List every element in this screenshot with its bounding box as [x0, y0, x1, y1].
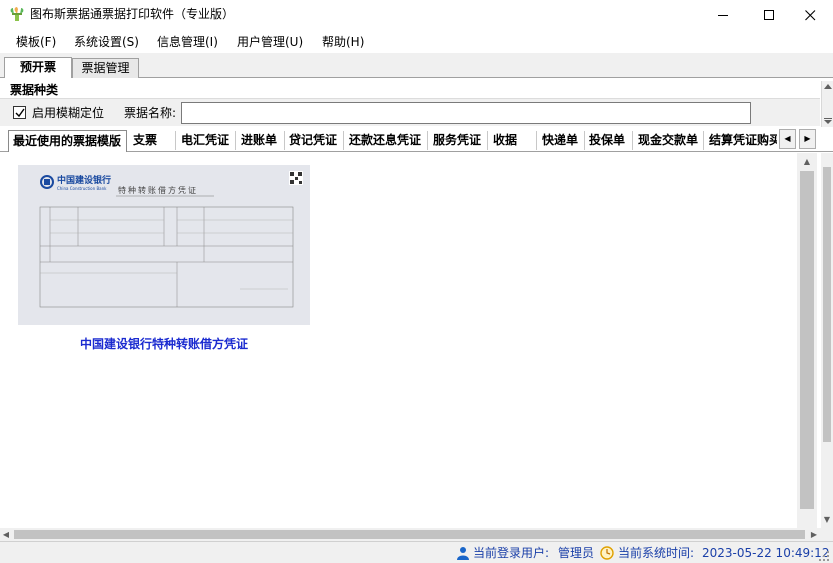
tab-separator: [487, 131, 488, 150]
scroll-up-icon: [824, 84, 832, 89]
title-bar[interactable]: 图布斯票据通票据打印软件（专业版）: [0, 0, 833, 30]
tab-separator: [175, 131, 176, 150]
tab-separator: [343, 131, 344, 150]
scrollbar-thumb[interactable]: [823, 167, 831, 442]
scroll-up-button[interactable]: ▲: [797, 153, 817, 170]
main-tab-bar: 预开票 票据管理: [0, 54, 833, 79]
tab-separator: [584, 131, 585, 150]
voucher-preview: 中国建设银行 China Construction Bank 特种转账借方凭证: [18, 165, 310, 325]
menu-system-settings[interactable]: 系统设置(S): [74, 34, 139, 50]
scroll-down-icon: [824, 118, 832, 124]
maximize-icon: [764, 10, 774, 20]
system-time-label: 当前系统时间:: [618, 546, 695, 560]
tab-receipt[interactable]: 收据: [493, 130, 535, 152]
tab-separator: [536, 131, 537, 150]
menu-help[interactable]: 帮助(H): [322, 34, 364, 50]
template-thumbnail[interactable]: 中国建设银行 China Construction Bank 特种转账借方凭证: [18, 165, 310, 325]
bank-name-en: China Construction Bank: [57, 186, 107, 191]
ticket-filter-row: 启用模糊定位 票据名称:: [0, 98, 820, 126]
minimize-icon: [718, 15, 728, 16]
pre-invoice-panel: 票据种类 启用模糊定位 票据名称: 最近使用的票据模版 支票 电汇凭证 进账单 …: [0, 78, 833, 541]
bank-name: 中国建设银行: [57, 174, 111, 186]
close-icon: [805, 10, 816, 21]
tab-separator: [284, 131, 285, 150]
chevron-left-icon: ◀: [784, 134, 791, 143]
minimize-button[interactable]: [700, 0, 746, 30]
form-title: 特种转账借方凭证: [118, 185, 198, 195]
checkmark-icon: [15, 108, 25, 118]
tab-insurance-form[interactable]: 投保单: [589, 130, 631, 152]
tab-deposit-slip[interactable]: 进账单: [241, 130, 283, 152]
close-button[interactable]: [787, 0, 833, 30]
chevron-right-icon: ▶: [810, 530, 818, 539]
tab-scroll-left-button[interactable]: ◀: [779, 129, 796, 149]
fuzzy-locate-label[interactable]: 启用模糊定位: [32, 106, 104, 120]
options-scrollbar[interactable]: [821, 81, 833, 127]
tab-cheque[interactable]: 支票: [133, 130, 173, 152]
tab-separator: [235, 131, 236, 150]
ticket-type-group-label: 票据种类: [10, 83, 59, 97]
tab-settlement-voucher-purchase[interactable]: 结算凭证购买: [709, 130, 777, 152]
scrollbar-thumb[interactable]: [14, 530, 805, 539]
panel-scrollbar[interactable]: ▼: [821, 153, 833, 528]
current-user-label: 当前登录用户:: [473, 546, 550, 560]
status-bar: 当前登录用户: 管理员 当前系统时间: 2023-05-22 10:49:12: [0, 541, 833, 563]
template-list-scrollbar[interactable]: ▲: [797, 153, 817, 528]
user-icon: [457, 547, 469, 560]
menu-template[interactable]: 模板(F): [16, 34, 56, 50]
chevron-up-icon: ▲: [803, 157, 811, 166]
tab-separator: [427, 131, 428, 150]
tab-ticket-management[interactable]: 票据管理: [72, 58, 139, 78]
template-list: 中国建设银行 China Construction Bank 特种转账借方凭证: [0, 153, 833, 528]
tab-scroll-right-button[interactable]: ▶: [799, 129, 816, 149]
resize-grip-icon[interactable]: [818, 550, 830, 562]
chevron-down-icon: ▼: [823, 515, 831, 524]
scroll-left-button[interactable]: ◀: [0, 528, 12, 541]
current-user-value: 管理员: [558, 546, 595, 560]
system-time-value: 2023-05-22 10:49:12: [702, 546, 830, 560]
menu-bar: 模板(F) 系统设置(S) 信息管理(I) 用户管理(U) 帮助(H): [0, 30, 833, 54]
ticket-name-input[interactable]: [181, 102, 751, 124]
menu-user-management[interactable]: 用户管理(U): [237, 34, 303, 50]
fuzzy-locate-checkbox[interactable]: [13, 106, 26, 119]
scrollbar-thumb[interactable]: [800, 171, 814, 509]
horizontal-scrollbar[interactable]: ◀ ▶: [0, 528, 833, 541]
template-name[interactable]: 中国建设银行特种转账借方凭证: [18, 335, 310, 352]
tab-pre-invoice[interactable]: 预开票: [4, 57, 72, 79]
ticket-category-tabs: 最近使用的票据模版 支票 电汇凭证 进账单 贷记凭证 还款还息凭证 服务凭证 收…: [0, 128, 833, 152]
tab-wire-transfer[interactable]: 电汇凭证: [181, 130, 235, 152]
clock-icon: [600, 546, 614, 560]
app-window: 图布斯票据通票据打印软件（专业版） 模板(F) 系统设置(S) 信息管理(I) …: [0, 0, 833, 563]
app-logo-icon: [10, 7, 24, 21]
maximize-button[interactable]: [746, 0, 792, 30]
tab-separator: [703, 131, 704, 150]
window-title: 图布斯票据通票据打印软件（专业版）: [30, 7, 235, 21]
tab-repayment-voucher[interactable]: 还款还息凭证: [349, 130, 427, 152]
tab-cash-deposit-slip[interactable]: 现金交款单: [638, 130, 702, 152]
tab-recent-templates[interactable]: 最近使用的票据模版: [8, 130, 127, 152]
tab-credit-voucher[interactable]: 贷记凭证: [289, 130, 343, 152]
tab-express-waybill[interactable]: 快递单: [542, 130, 584, 152]
scroll-right-button[interactable]: ▶: [808, 528, 820, 541]
tab-separator: [632, 131, 633, 150]
scroll-down-button[interactable]: ▼: [821, 511, 833, 528]
tab-service-voucher[interactable]: 服务凭证: [433, 130, 487, 152]
ticket-name-label: 票据名称:: [124, 106, 177, 120]
chevron-right-icon: ▶: [804, 134, 811, 143]
menu-info-management[interactable]: 信息管理(I): [157, 34, 218, 50]
chevron-left-icon: ◀: [2, 530, 10, 539]
